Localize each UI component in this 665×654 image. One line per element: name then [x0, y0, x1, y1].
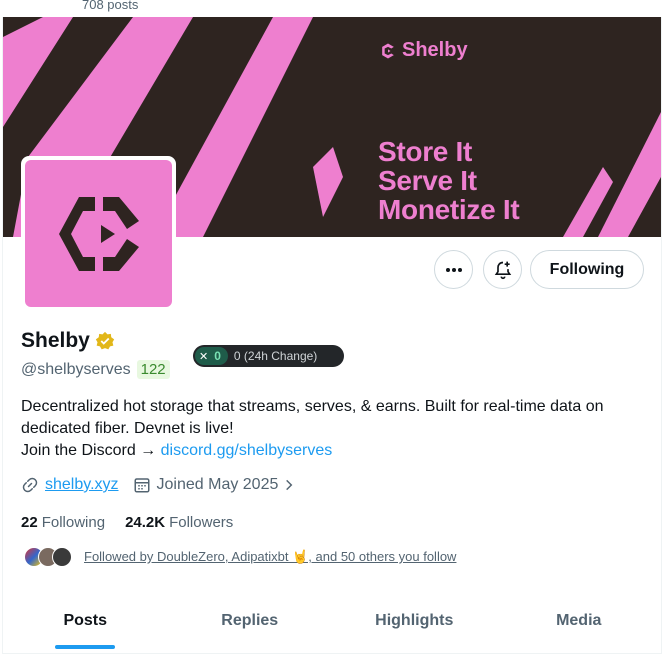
tagline-line: Monetize It [378, 194, 520, 225]
banner-tagline: Store It Serve It Monetize It [378, 136, 520, 225]
discord-link[interactable]: discord.gg/shelbyserves [161, 442, 333, 459]
top-bar: 708 posts [0, 0, 665, 17]
bio: Decentralized hot storage that streams, … [21, 396, 651, 462]
name-row: Shelby [21, 329, 115, 353]
following-stat[interactable]: 22 Following [21, 514, 105, 531]
bio-discord-prefix: Join the Discord → [21, 442, 161, 459]
tab-label: Highlights [375, 612, 454, 629]
bio-line: dedicated fiber. Devnet is live! [21, 420, 234, 437]
notify-button[interactable] [483, 250, 522, 289]
following-label: Following [41, 514, 106, 531]
shelby-logo-icon [382, 43, 394, 58]
chip-count: 0 [214, 349, 221, 363]
tab-label: Media [556, 612, 602, 629]
profile-tabs: Posts Replies Highlights Media [3, 596, 661, 654]
handle-badge: 122 [136, 360, 170, 379]
tab-media[interactable]: Media [497, 596, 662, 653]
banner-logo: Shelby [378, 39, 468, 62]
post-count: 708 posts [82, 0, 139, 12]
following-count: 22 [21, 514, 38, 531]
tab-replies[interactable]: Replies [168, 596, 333, 653]
bio-line: Decentralized hot storage that streams, … [21, 398, 604, 415]
active-tab-indicator [55, 645, 116, 649]
handle: @shelbyserves [21, 360, 131, 378]
website-link[interactable]: shelby.xyz [45, 476, 119, 494]
more-button[interactable] [434, 250, 473, 289]
following-button[interactable]: Following [530, 250, 644, 289]
followed-by-text: Followed by DoubleZero, Adipatixbt 🤘, an… [84, 549, 457, 564]
profile-meta: shelby.xyz Joined May 2025 [21, 476, 296, 494]
followers-count: 24.2K [125, 514, 166, 531]
tab-highlights[interactable]: Highlights [332, 596, 497, 653]
bell-plus-icon [494, 261, 511, 279]
shelby-avatar-logo-icon [58, 196, 139, 271]
x-logo-icon: ✕ [199, 350, 209, 363]
frame-border-right [661, 17, 665, 654]
handle-row: @shelbyserves 122 [21, 360, 170, 379]
avatar [52, 547, 72, 567]
profile-avatar[interactable] [21, 156, 176, 311]
followed-by[interactable]: Followed by DoubleZero, Adipatixbt 🤘, an… [24, 547, 456, 567]
joined-date: Joined May 2025 [156, 476, 279, 493]
stats-chip[interactable]: ✕ 0 0 (24h Change) [193, 345, 344, 367]
frame-border-left [0, 17, 3, 654]
verified-gold-badge-icon[interactable] [95, 331, 115, 351]
calendar-icon [134, 478, 150, 493]
display-name: Shelby [21, 329, 90, 352]
tagline-line: Store It [378, 136, 473, 167]
chip-pill: ✕ 0 [195, 347, 228, 365]
chip-change-text: 0 (24h Change) [233, 349, 318, 363]
followers-label: Followers [169, 514, 234, 531]
bio-line: Join the Discord → discord.gg/shelbyserv… [21, 440, 651, 462]
link-icon [22, 477, 38, 493]
tab-posts[interactable]: Posts [3, 596, 168, 653]
tab-label: Posts [63, 612, 108, 629]
chevron-right-icon[interactable] [282, 478, 296, 492]
more-icon [445, 267, 462, 272]
tab-label: Replies [221, 612, 279, 629]
banner-logo-text: Shelby [402, 39, 468, 61]
followers-stat[interactable]: 24.2K Followers [125, 514, 233, 531]
follow-stats: 22 Following 24.2K Followers [21, 514, 233, 531]
tagline-line: Serve It [378, 165, 477, 196]
